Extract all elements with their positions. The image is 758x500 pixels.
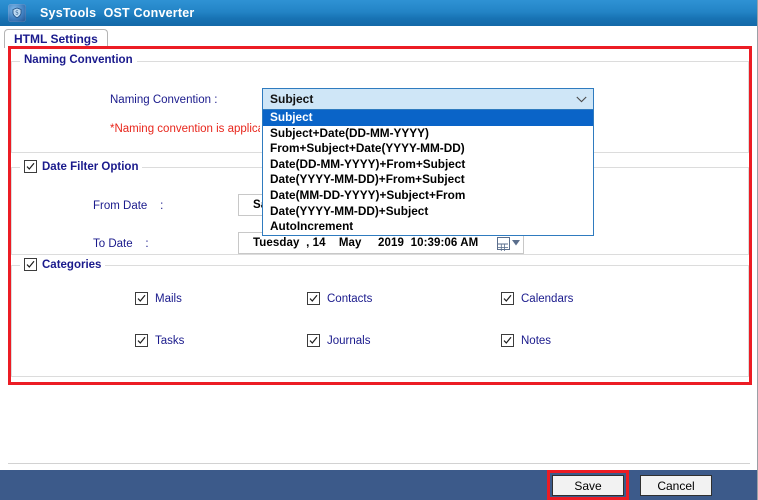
category-label: Calendars [521, 292, 574, 305]
naming-convention-combobox[interactable]: Subject Subject Subject+Date(DD-MM-YYYY)… [262, 88, 594, 236]
combobox-option[interactable]: Date(YYYY-MM-DD)+From+Subject [263, 172, 593, 188]
to-date-calendar-icon[interactable] [493, 233, 523, 253]
cancel-button-label: Cancel [657, 478, 695, 493]
categories-checkbox[interactable] [24, 258, 37, 271]
combobox-option[interactable]: Date(MM-DD-YYYY)+Subject+From [263, 188, 593, 204]
category-label: Contacts [327, 292, 373, 305]
naming-convention-group-title: Naming Convention [20, 54, 137, 66]
combobox-selected-value: Subject [270, 92, 314, 106]
combobox-option[interactable]: Subject [263, 110, 593, 126]
footer-bar: Save Cancel [0, 470, 757, 500]
group-title-label: Naming Convention [24, 54, 133, 66]
category-label: Tasks [155, 334, 185, 347]
category-item-contacts[interactable]: Contacts [307, 292, 372, 305]
combobox-option[interactable]: Date(YYYY-MM-DD)+Subject [263, 204, 593, 220]
app-shield-icon: S [8, 4, 26, 22]
category-item-notes[interactable]: Notes [501, 334, 551, 347]
combobox-option[interactable]: Subject+Date(DD-MM-YYYY) [263, 126, 593, 142]
to-date-label: To Date : [93, 238, 149, 250]
mails-checkbox[interactable] [135, 292, 148, 305]
save-button[interactable]: Save [552, 475, 624, 496]
combobox-option[interactable]: Date(DD-MM-YYYY)+From+Subject [263, 157, 593, 173]
category-label: Mails [155, 292, 182, 305]
cancel-button[interactable]: Cancel [640, 475, 712, 496]
chevron-down-icon[interactable] [569, 96, 593, 103]
combobox-option[interactable]: From+Subject+Date(YYYY-MM-DD) [263, 141, 593, 157]
calendars-checkbox[interactable] [501, 292, 514, 305]
category-item-mails[interactable]: Mails [135, 292, 182, 305]
tab-strip: HTML Settings [0, 26, 757, 48]
to-date-value: Tuesday , 14 May 2019 10:39:06 AM [253, 237, 479, 249]
category-label: Journals [327, 334, 371, 347]
save-button-label: Save [574, 478, 602, 493]
combobox-option-list[interactable]: Subject Subject+Date(DD-MM-YYYY) From+Su… [262, 110, 594, 236]
category-item-calendars[interactable]: Calendars [501, 292, 573, 305]
from-date-label: From Date : [93, 200, 164, 212]
application-window: S SysTools OST Converter HTML Settings N… [0, 0, 758, 500]
chevron-down-icon [511, 240, 520, 246]
category-label: Notes [521, 334, 552, 347]
tasks-checkbox[interactable] [135, 334, 148, 347]
naming-convention-warning: *Naming convention is applica [110, 123, 260, 135]
category-item-journals[interactable]: Journals [307, 334, 370, 347]
window-title: SysTools OST Converter [40, 6, 195, 20]
group-title-label: Date Filter Option [42, 160, 139, 173]
combobox-option[interactable]: AutoIncrement [263, 219, 593, 235]
footer-divider [8, 463, 750, 464]
group-title-label: Categories [42, 258, 102, 271]
tab-html-settings[interactable]: HTML Settings [4, 29, 108, 48]
notes-checkbox[interactable] [501, 334, 514, 347]
naming-convention-label: Naming Convention : [110, 94, 218, 106]
svg-text:S: S [15, 11, 18, 17]
settings-panel: Naming Convention Naming Convention : *N… [11, 49, 749, 382]
date-filter-checkbox[interactable] [24, 160, 37, 173]
title-bar: S SysTools OST Converter [0, 0, 757, 26]
combobox-header[interactable]: Subject [262, 88, 594, 110]
tab-label: HTML Settings [14, 32, 98, 46]
journals-checkbox[interactable] [307, 334, 320, 347]
contacts-checkbox[interactable] [307, 292, 320, 305]
categories-group: Categories [11, 258, 749, 377]
categories-group-title: Categories [20, 258, 106, 271]
category-item-tasks[interactable]: Tasks [135, 334, 184, 347]
date-filter-group-title: Date Filter Option [20, 160, 143, 173]
